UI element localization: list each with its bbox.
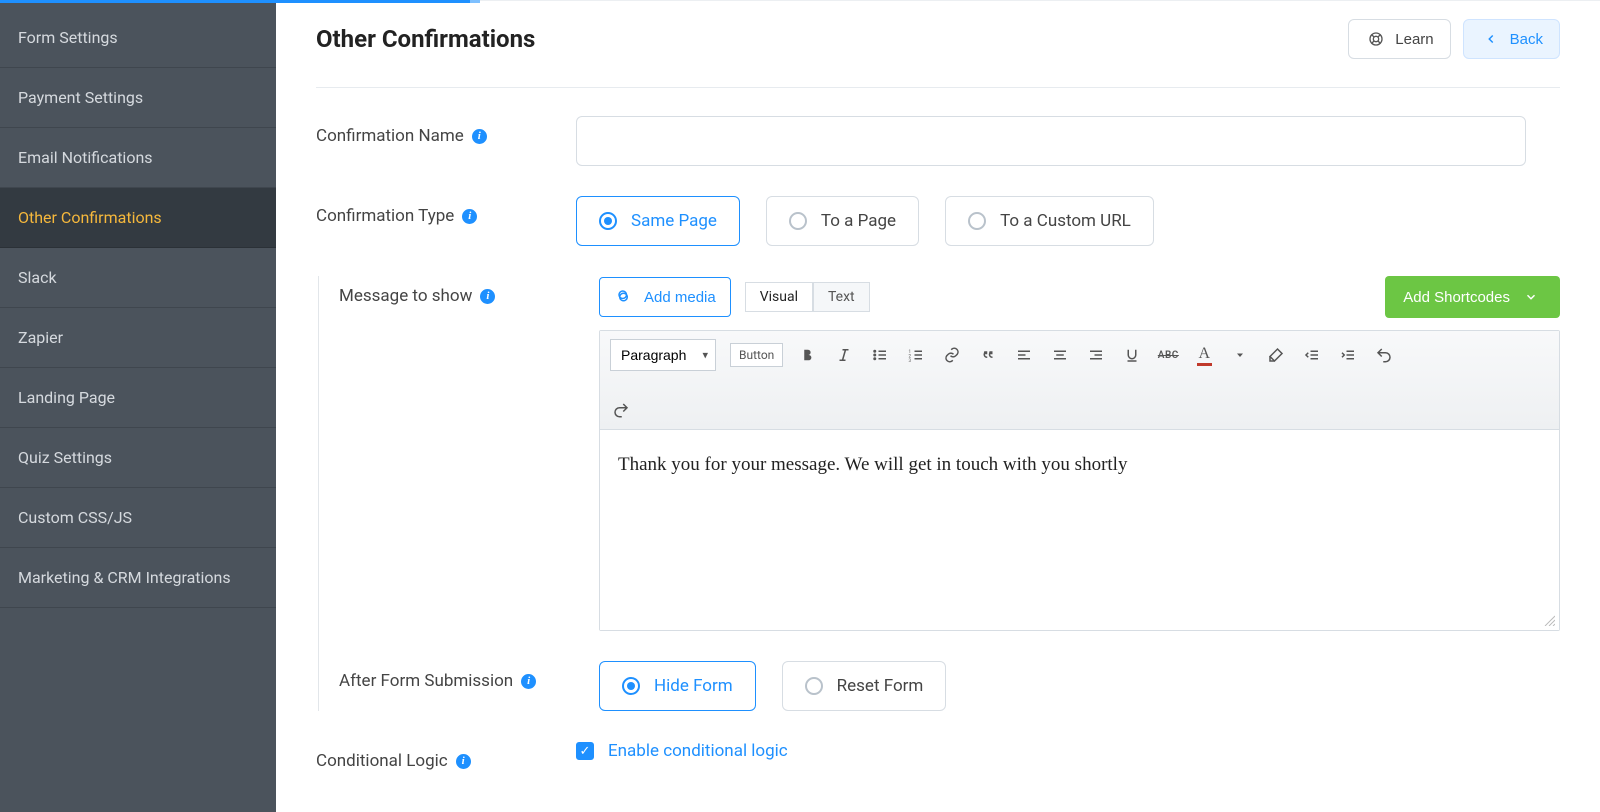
radio-dot-icon xyxy=(599,212,617,230)
row-confirmation-name: Confirmation Name i xyxy=(316,116,1560,166)
clear-formatting-icon[interactable] xyxy=(1265,344,1287,366)
resize-handle-icon[interactable] xyxy=(1543,614,1557,628)
italic-icon[interactable] xyxy=(833,344,855,366)
add-media-button[interactable]: Add media xyxy=(599,277,731,317)
blockquote-icon[interactable] xyxy=(977,344,999,366)
sidebar-item-landing-page[interactable]: Landing Page xyxy=(0,368,276,428)
sidebar-item-payment-settings[interactable]: Payment Settings xyxy=(0,68,276,128)
editor-header: Add media Visual Text Add Shortcodes xyxy=(599,276,1560,318)
sidebar-item-email-notifications[interactable]: Email Notifications xyxy=(0,128,276,188)
info-icon[interactable]: i xyxy=(521,674,536,689)
checkbox-checked-icon[interactable]: ✓ xyxy=(576,742,594,760)
sidebar-item-marketing-crm[interactable]: Marketing & CRM Integrations xyxy=(0,548,276,608)
label-confirmation-type: Confirmation Type i xyxy=(316,196,576,226)
editor-toolbar: Paragraph Button 123 xyxy=(600,331,1559,430)
format-select[interactable]: Paragraph xyxy=(610,339,716,371)
sidebar-item-slack[interactable]: Slack xyxy=(0,248,276,308)
ordered-list-icon[interactable]: 123 xyxy=(905,344,927,366)
undo-icon[interactable] xyxy=(1373,344,1395,366)
sidebar-item-quiz-settings[interactable]: Quiz Settings xyxy=(0,428,276,488)
back-label: Back xyxy=(1510,31,1543,48)
main-content: Other Confirmations Learn Back xyxy=(276,0,1600,812)
radio-hide-form[interactable]: Hide Form xyxy=(599,661,756,711)
chevron-down-icon xyxy=(1520,286,1542,308)
rich-text-editor: Paragraph Button 123 xyxy=(599,330,1560,631)
insert-button-badge[interactable]: Button xyxy=(730,343,783,367)
strikethrough-icon[interactable]: ABC xyxy=(1157,344,1179,366)
sidebar-item-zapier[interactable]: Zapier xyxy=(0,308,276,368)
radio-dot-icon xyxy=(622,677,640,695)
same-page-nested-section: Message to show i Add media xyxy=(318,276,1560,711)
radio-reset-form[interactable]: Reset Form xyxy=(782,661,947,711)
page-header: Other Confirmations Learn Back xyxy=(316,19,1560,88)
checkbox-label: Enable conditional logic xyxy=(608,741,788,761)
row-confirmation-type: Confirmation Type i Same Page To a Page xyxy=(316,196,1560,246)
text-color-dropdown-icon[interactable] xyxy=(1229,344,1251,366)
back-button[interactable]: Back xyxy=(1463,19,1560,59)
sidebar-item-label: Custom CSS/JS xyxy=(18,508,132,527)
text-color-icon[interactable]: A xyxy=(1193,344,1215,366)
bold-icon[interactable] xyxy=(797,344,819,366)
lifebuoy-icon xyxy=(1365,28,1387,50)
sidebar-item-other-confirmations[interactable]: Other Confirmations xyxy=(0,188,276,248)
radio-dot-icon xyxy=(805,677,823,695)
sidebar-item-label: Slack xyxy=(18,268,57,287)
conditional-logic-checkbox-row[interactable]: ✓ Enable conditional logic xyxy=(576,741,1560,761)
chevron-left-icon xyxy=(1480,28,1502,50)
after-submission-options: Hide Form Reset Form xyxy=(599,661,1560,711)
align-left-icon[interactable] xyxy=(1013,344,1035,366)
info-icon[interactable]: i xyxy=(462,209,477,224)
link-icon[interactable] xyxy=(941,344,963,366)
radio-dot-icon xyxy=(968,212,986,230)
sidebar-item-label: Payment Settings xyxy=(18,88,143,107)
confirmation-type-options: Same Page To a Page To a Custom URL xyxy=(576,196,1560,246)
tab-visual[interactable]: Visual xyxy=(745,282,813,312)
label-conditional-logic: Conditional Logic i xyxy=(316,741,576,771)
settings-sidebar: Form Settings Payment Settings Email Not… xyxy=(0,0,276,812)
media-icon xyxy=(614,286,636,308)
header-actions: Learn Back xyxy=(1348,19,1560,59)
info-icon[interactable]: i xyxy=(472,129,487,144)
svg-text:3: 3 xyxy=(909,358,912,364)
unordered-list-icon[interactable] xyxy=(869,344,891,366)
sidebar-item-form-settings[interactable]: Form Settings xyxy=(0,8,276,68)
sidebar-item-label: Zapier xyxy=(18,328,63,347)
radio-same-page[interactable]: Same Page xyxy=(576,196,740,246)
learn-button[interactable]: Learn xyxy=(1348,19,1450,59)
label-after-submission: After Form Submission i xyxy=(339,661,599,691)
sidebar-item-custom-css-js[interactable]: Custom CSS/JS xyxy=(0,488,276,548)
row-message-to-show: Message to show i Add media xyxy=(339,276,1560,631)
label-message-to-show: Message to show i xyxy=(339,276,599,306)
indent-icon[interactable] xyxy=(1337,344,1359,366)
info-icon[interactable]: i xyxy=(456,754,471,769)
row-conditional-logic: Conditional Logic i ✓ Enable conditional… xyxy=(316,741,1560,771)
sidebar-item-label: Quiz Settings xyxy=(18,448,112,467)
editor-mode-tabs: Visual Text xyxy=(745,282,870,312)
format-select-wrap[interactable]: Paragraph xyxy=(610,339,716,371)
sidebar-item-label: Email Notifications xyxy=(18,148,153,167)
confirmation-name-input[interactable] xyxy=(576,116,1526,166)
outdent-icon[interactable] xyxy=(1301,344,1323,366)
row-after-submission: After Form Submission i Hide Form Reset … xyxy=(339,661,1560,711)
learn-label: Learn xyxy=(1395,31,1433,48)
top-progress-bar xyxy=(0,0,470,3)
page-title: Other Confirmations xyxy=(316,25,535,53)
tab-text[interactable]: Text xyxy=(813,282,870,312)
sidebar-item-label: Form Settings xyxy=(18,28,118,47)
info-icon[interactable]: i xyxy=(480,289,495,304)
editor-textarea[interactable]: Thank you for your message. We will get … xyxy=(600,430,1559,630)
sidebar-item-label: Landing Page xyxy=(18,388,115,407)
align-right-icon[interactable] xyxy=(1085,344,1107,366)
sidebar-item-label: Other Confirmations xyxy=(18,208,162,227)
add-shortcodes-button[interactable]: Add Shortcodes xyxy=(1385,276,1560,318)
label-confirmation-name: Confirmation Name i xyxy=(316,116,576,146)
align-center-icon[interactable] xyxy=(1049,344,1071,366)
sidebar-item-label: Marketing & CRM Integrations xyxy=(18,568,231,587)
radio-to-a-custom-url[interactable]: To a Custom URL xyxy=(945,196,1154,246)
radio-dot-icon xyxy=(789,212,807,230)
redo-icon[interactable] xyxy=(610,399,632,421)
underline-icon[interactable] xyxy=(1121,344,1143,366)
radio-to-a-page[interactable]: To a Page xyxy=(766,196,919,246)
